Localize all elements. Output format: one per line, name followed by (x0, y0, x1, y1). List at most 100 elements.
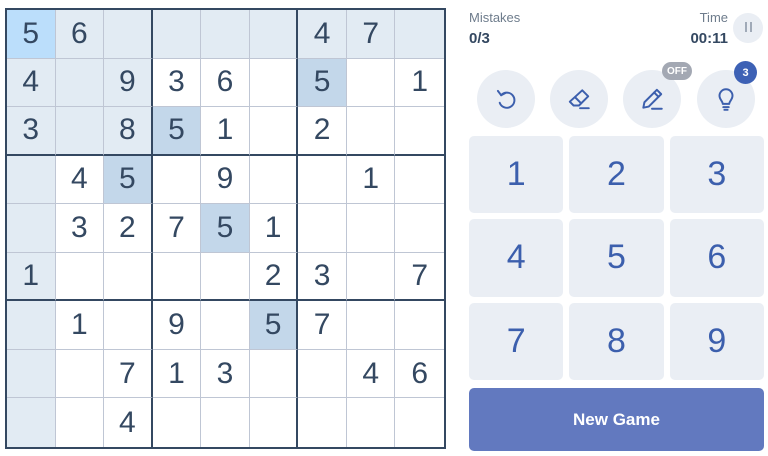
pause-icon (743, 19, 753, 37)
sudoku-cell[interactable] (395, 398, 444, 447)
sudoku-cell[interactable] (298, 155, 347, 205)
sudoku-cell[interactable]: 4 (7, 58, 56, 108)
sudoku-cell[interactable] (104, 252, 153, 302)
sudoku-cell[interactable]: 5 (152, 107, 202, 156)
sudoku-cell[interactable] (104, 301, 153, 350)
sudoku-cell[interactable]: 5 (298, 58, 347, 108)
sudoku-cell[interactable] (395, 301, 444, 350)
sudoku-cell[interactable] (7, 204, 56, 253)
sudoku-cell[interactable]: 9 (201, 155, 250, 205)
sudoku-cell[interactable] (395, 10, 444, 59)
sudoku-cell[interactable]: 4 (104, 398, 153, 447)
number-button[interactable]: 5 (569, 219, 664, 297)
number-button[interactable]: 9 (669, 302, 764, 380)
sudoku-cell[interactable] (56, 398, 105, 447)
number-button[interactable]: 2 (569, 136, 664, 214)
number-button[interactable]: 4 (469, 219, 564, 297)
sudoku-cell[interactable]: 4 (346, 349, 396, 399)
sudoku-cell[interactable] (250, 398, 299, 447)
sudoku-cell[interactable]: 1 (55, 301, 105, 350)
sudoku-cell[interactable] (395, 156, 444, 205)
sudoku-cell[interactable]: 6 (55, 10, 105, 59)
sudoku-cell[interactable] (249, 107, 299, 156)
sudoku-cell[interactable]: 7 (298, 301, 347, 350)
sudoku-cell[interactable]: 7 (152, 204, 202, 253)
number-button[interactable]: 6 (669, 219, 764, 297)
sudoku-cell[interactable] (346, 252, 396, 302)
sudoku-cell[interactable]: 1 (7, 252, 56, 302)
sudoku-cell[interactable]: 6 (201, 58, 250, 108)
sudoku-cell[interactable] (7, 398, 56, 447)
sudoku-cell[interactable] (346, 301, 396, 350)
sudoku-cell[interactable]: 3 (298, 252, 347, 302)
sudoku-cell[interactable] (249, 58, 299, 108)
sudoku-cell[interactable] (201, 252, 250, 302)
sudoku-cell[interactable] (249, 155, 299, 205)
number-button[interactable]: 8 (569, 302, 664, 380)
sudoku-board: 56474936513851245913275112371957713464 (5, 8, 446, 449)
sudoku-cell[interactable] (395, 107, 444, 156)
pencil-icon (642, 88, 663, 110)
sudoku-cell[interactable]: 9 (152, 301, 202, 350)
hint-count-badge: 3 (734, 61, 757, 84)
sudoku-cell[interactable]: 4 (298, 10, 347, 59)
sudoku-cell[interactable] (346, 107, 396, 156)
sudoku-cell[interactable] (55, 252, 105, 302)
sudoku-cell[interactable] (201, 10, 250, 59)
sudoku-cell[interactable]: 1 (152, 349, 202, 399)
sudoku-cell[interactable]: 2 (249, 252, 299, 302)
sudoku-cell[interactable] (298, 204, 347, 253)
sudoku-cell[interactable]: 9 (104, 58, 153, 108)
number-button[interactable]: 7 (469, 302, 564, 380)
sudoku-cell[interactable] (346, 58, 396, 108)
sudoku-cell[interactable]: 3 (152, 58, 202, 108)
sudoku-cell[interactable] (395, 204, 444, 253)
sudoku-cell[interactable] (152, 155, 202, 205)
sudoku-cell[interactable]: 1 (346, 155, 396, 205)
sudoku-cell[interactable]: 7 (395, 253, 444, 302)
number-button[interactable]: 3 (669, 136, 764, 214)
sudoku-cell[interactable]: 2 (104, 204, 153, 253)
sudoku-cell[interactable]: 3 (7, 107, 56, 156)
pause-button[interactable] (733, 13, 763, 43)
sudoku-cell[interactable]: 1 (201, 107, 250, 156)
sudoku-cell[interactable] (7, 301, 56, 350)
sudoku-cell[interactable]: 5 (104, 155, 153, 205)
sudoku-cell[interactable]: 6 (395, 350, 444, 399)
erase-button[interactable] (550, 70, 608, 128)
sudoku-cell[interactable] (249, 10, 299, 59)
sudoku-cell[interactable] (346, 204, 396, 253)
sudoku-cell[interactable] (298, 349, 347, 399)
sudoku-cell[interactable] (201, 301, 250, 350)
sudoku-cell[interactable] (55, 349, 105, 399)
sudoku-cell[interactable]: 7 (104, 349, 153, 399)
sudoku-cell[interactable]: 5 (201, 204, 250, 253)
sudoku-cell[interactable]: 5 (7, 10, 56, 59)
number-pad: 123 456 789 (469, 136, 764, 380)
sudoku-cell[interactable] (7, 155, 56, 205)
time-value: 00:11 (690, 30, 728, 47)
sudoku-cell[interactable] (249, 349, 299, 399)
sudoku-cell[interactable] (347, 398, 396, 447)
number-button[interactable]: 1 (469, 136, 564, 214)
sudoku-cell[interactable] (298, 398, 347, 447)
sudoku-cell[interactable]: 3 (55, 204, 105, 253)
sudoku-cell[interactable] (153, 398, 202, 447)
sudoku-cell[interactable]: 3 (201, 349, 250, 399)
sudoku-cell[interactable]: 7 (346, 10, 396, 59)
sudoku-cell[interactable] (201, 398, 250, 447)
sudoku-cell[interactable]: 8 (104, 107, 153, 156)
sudoku-cell[interactable] (152, 252, 202, 302)
sudoku-cell[interactable]: 1 (249, 204, 299, 253)
sudoku-cell[interactable]: 2 (298, 107, 347, 156)
sudoku-cell[interactable]: 4 (55, 155, 105, 205)
sudoku-cell[interactable] (55, 58, 105, 108)
sudoku-cell[interactable] (55, 107, 105, 156)
sudoku-cell[interactable]: 5 (249, 301, 299, 350)
sudoku-cell[interactable]: 1 (395, 59, 444, 108)
undo-button[interactable] (477, 70, 535, 128)
sudoku-cell[interactable] (152, 10, 202, 59)
new-game-button[interactable]: New Game (469, 388, 764, 451)
sudoku-cell[interactable] (7, 349, 56, 399)
sudoku-cell[interactable] (104, 10, 153, 59)
